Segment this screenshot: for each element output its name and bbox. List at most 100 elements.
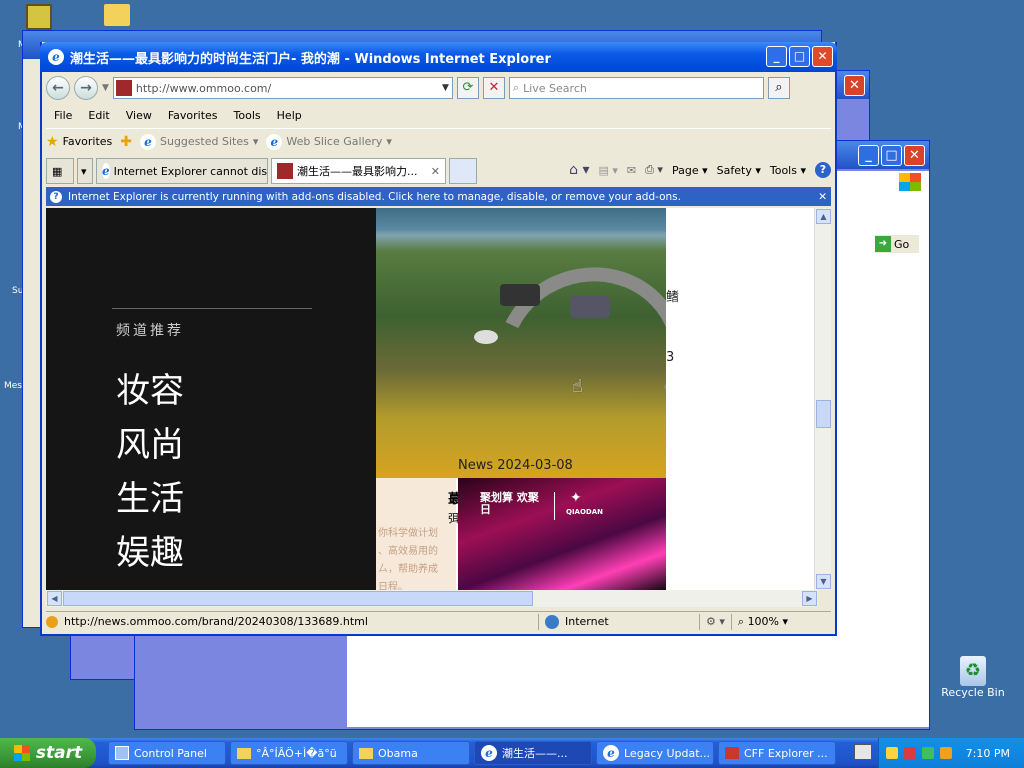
close-icon[interactable]: ✕ (844, 75, 865, 96)
status-separator (699, 613, 700, 630)
favorites-button[interactable]: ★ Favorites (46, 134, 112, 150)
status-separator (538, 613, 539, 630)
tab-close-icon[interactable]: ✕ (431, 165, 440, 178)
ie-logo-icon: e (48, 49, 64, 65)
safety-menu[interactable]: Safety ▾ (717, 164, 761, 177)
help-icon[interactable]: ? (815, 162, 831, 178)
home-icon[interactable]: ⌂ ▾ (569, 162, 589, 178)
suggested-sites-link[interactable]: e Suggested Sites ▾ (140, 133, 258, 150)
zoom-control[interactable]: ⌕ 100% ▾ (738, 615, 788, 629)
scroll-right-arrow[interactable]: ▶ (802, 591, 817, 606)
channel-link-life[interactable]: 生活 (116, 471, 184, 520)
promo-brand: QIAODAN (566, 508, 604, 516)
news-photo-road[interactable] (376, 208, 666, 478)
vertical-scrollbar[interactable]: ▲ ▼ (814, 208, 831, 590)
snippet-line-1: 你科学做计划 (378, 528, 438, 539)
update-icon[interactable] (921, 747, 934, 759)
chevron-down-icon[interactable]: ▼ (102, 83, 109, 93)
article-snippet[interactable]: 你科学做计划 、高效易用的 ㄙ，帮助养成 日程。 蕞 弭 (376, 478, 461, 590)
menu-edit[interactable]: Edit (80, 109, 117, 122)
read-mail-icon[interactable]: ✉ (627, 164, 636, 177)
ie-window[interactable]: e 潮生活——最具影响力的时尚生活门户- 我的潮 - Windows Inter… (40, 42, 837, 636)
info-shield-icon: ? (50, 190, 62, 203)
desktop-icon-recycle-bin[interactable]: ♻ Recycle Bin (938, 656, 1008, 699)
ie-page-icon: e (266, 133, 283, 150)
command-bar: ⌂ ▾ ▤ ▾ ✉ ⎙ ▾ Page ▾ Safety ▾ Tools ▾ ? (569, 158, 831, 182)
menu-favorites[interactable]: Favorites (160, 109, 226, 122)
task-label: Obama (378, 746, 418, 760)
address-dropdown-icon[interactable]: ▼ (442, 83, 449, 93)
info-close-icon[interactable]: ✕ (818, 191, 827, 203)
stop-button[interactable]: ✕ (482, 77, 505, 99)
desktop-icon-folder[interactable] (82, 4, 152, 26)
task-ie-ommoo[interactable]: e 潮生活——... (474, 741, 592, 765)
scroll-up-arrow[interactable]: ▲ (816, 209, 831, 224)
task-cff-explorer[interactable]: CFF Explorer ... (718, 741, 836, 765)
tools-menu[interactable]: Tools ▾ (770, 164, 806, 177)
search-tray-icon[interactable] (939, 747, 952, 759)
photo-road (470, 240, 666, 476)
start-button[interactable]: start (0, 738, 96, 768)
search-button[interactable]: ⌕ (767, 77, 790, 99)
channel-link-makeup[interactable]: 妆容 (116, 363, 184, 412)
minimize-button[interactable]: _ (766, 46, 787, 67)
navigation-bar: ← → ▼ http://www.ommoo.com/ ▼ ⟳ ✕ ⌕ Live… (46, 74, 831, 102)
menu-tools[interactable]: Tools (226, 109, 269, 122)
vertical-scroll-thumb[interactable] (816, 400, 831, 428)
tab-list-button[interactable]: ▾ (77, 158, 93, 184)
channel-link-entertainment[interactable]: 娱趣 (116, 525, 184, 574)
protected-mode-icon[interactable]: ⚙ ▾ (706, 615, 725, 628)
close-icon[interactable]: ✕ (904, 145, 925, 166)
maximize-icon[interactable]: □ (881, 145, 902, 166)
task-legacy-update[interactable]: e Legacy Updat... (596, 741, 714, 765)
scroll-left-arrow[interactable]: ◀ (47, 591, 62, 606)
folder-icon (237, 747, 251, 759)
ie-titlebar[interactable]: e 潮生活——最具影响力的时尚生活门户- 我的潮 - Windows Inter… (40, 42, 837, 72)
menu-help[interactable]: Help (269, 109, 310, 122)
promo-banner[interactable]: 聚划算 欢聚日 ✦ QIAODAN (458, 478, 666, 590)
ie-title: 潮生活——最具影响力的时尚生活门户- 我的潮 - Windows Interne… (70, 51, 551, 67)
ie-logo-icon: e (481, 745, 497, 761)
web-slice-gallery-link[interactable]: e Web Slice Gallery ▾ (266, 133, 392, 150)
menu-file[interactable]: File (46, 109, 80, 122)
feeds-icon[interactable]: ▤ ▾ (599, 164, 618, 177)
quick-tabs-button[interactable]: ▦ (46, 158, 74, 184)
task-label: CFF Explorer ... (744, 746, 828, 760)
tab-ommoo[interactable]: 潮生活——最具影响力... ✕ (271, 158, 446, 184)
go-button[interactable]: ➜ Go (875, 235, 919, 253)
task-label: °Â°ÍÂÖ+Ì�ã°ü (256, 746, 337, 760)
horizontal-scrollbar[interactable]: ◀ ▶ (46, 590, 818, 607)
qiaodan-logo-icon: ✦ (570, 490, 582, 506)
close-button[interactable]: ✕ (812, 46, 833, 67)
page-menu-label: Page (671, 163, 699, 177)
ie-page-icon: e (102, 163, 110, 179)
security-shield-icon[interactable] (885, 747, 898, 759)
tab-label: 潮生活——最具影响力... (297, 165, 418, 178)
address-bar[interactable]: http://www.ommoo.com/ ▼ (112, 77, 453, 99)
maximize-button[interactable]: □ (789, 46, 810, 67)
channel-link-fashion[interactable]: 风尚 (116, 417, 184, 466)
minimize-icon[interactable]: _ (858, 145, 879, 166)
back-button[interactable]: ← (46, 76, 70, 100)
search-input[interactable]: ⌕ Live Search (508, 77, 764, 99)
refresh-button[interactable]: ⟳ (456, 77, 479, 99)
scroll-down-arrow[interactable]: ▼ (816, 574, 831, 589)
horizontal-scroll-thumb[interactable] (63, 591, 533, 606)
desktop-icon-app[interactable] (4, 4, 74, 30)
tab-label: Internet Explorer cannot dis... (113, 164, 268, 178)
page-menu[interactable]: Page ▾ (672, 164, 708, 177)
forward-button[interactable]: → (74, 76, 98, 100)
task-obama-folder[interactable]: Obama (352, 741, 470, 765)
print-icon[interactable]: ⎙ ▾ (645, 163, 663, 177)
edge-char-bottom: 3 (666, 350, 675, 365)
search-magnifier-icon: ⌕ (512, 81, 520, 94)
menu-view[interactable]: View (118, 109, 160, 122)
information-bar[interactable]: ? Internet Explorer is currently running… (46, 187, 831, 206)
network-icon[interactable] (903, 747, 916, 759)
keyboard-icon[interactable] (854, 744, 872, 760)
task-folder[interactable]: °Â°ÍÂÖ+Ì�ã°ü (230, 741, 348, 765)
new-tab-button[interactable] (449, 158, 477, 184)
add-favorite-icon[interactable]: ✚ (120, 134, 132, 150)
task-control-panel[interactable]: Control Panel (108, 741, 226, 765)
tab-cannot-display[interactable]: e Internet Explorer cannot dis... (96, 158, 268, 184)
